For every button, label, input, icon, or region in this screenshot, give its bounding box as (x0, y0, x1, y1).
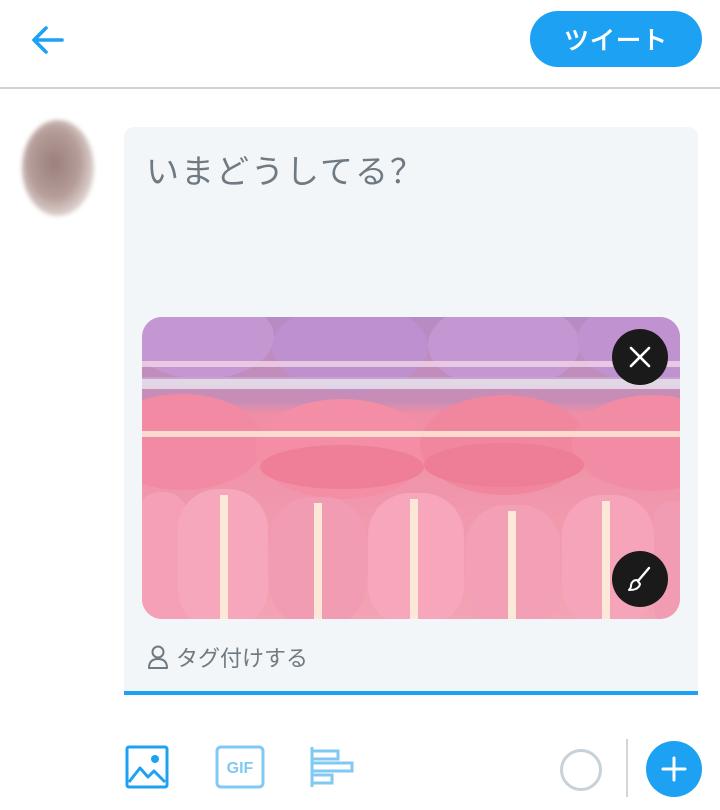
compose-box[interactable]: いまどうしてる？ タグ付けする (124, 127, 698, 695)
plus-icon (661, 756, 687, 782)
character-counter (560, 749, 602, 791)
tweet-button[interactable]: ツイート (530, 11, 702, 67)
compose-placeholder[interactable]: いまどうしてる？ (146, 145, 425, 193)
tag-label: タグ付けする (176, 647, 309, 672)
add-poll-button[interactable] (304, 735, 360, 799)
paintbrush-icon (628, 566, 651, 591)
arrow-left-icon (32, 26, 64, 54)
macaron-photo (142, 317, 680, 619)
gif-label: GIF (227, 760, 254, 777)
poll-icon (310, 747, 354, 787)
tag-people-button[interactable]: タグ付けする (146, 641, 308, 673)
compose-toolbar: GIF (0, 735, 720, 805)
person-icon (148, 645, 168, 669)
close-icon (629, 346, 651, 368)
gif-icon: GIF (215, 745, 265, 789)
toolbar-divider (626, 739, 628, 797)
image-icon (125, 745, 169, 789)
back-button[interactable] (24, 18, 72, 62)
avatar[interactable] (22, 120, 94, 216)
remove-media-button[interactable] (612, 329, 668, 385)
add-gif-button[interactable]: GIF (212, 735, 268, 799)
add-tweet-button[interactable] (646, 741, 702, 797)
add-image-button[interactable] (119, 735, 175, 799)
attached-media[interactable] (142, 317, 680, 619)
edit-media-button[interactable] (612, 551, 668, 607)
top-bar: ツイート (0, 0, 720, 89)
